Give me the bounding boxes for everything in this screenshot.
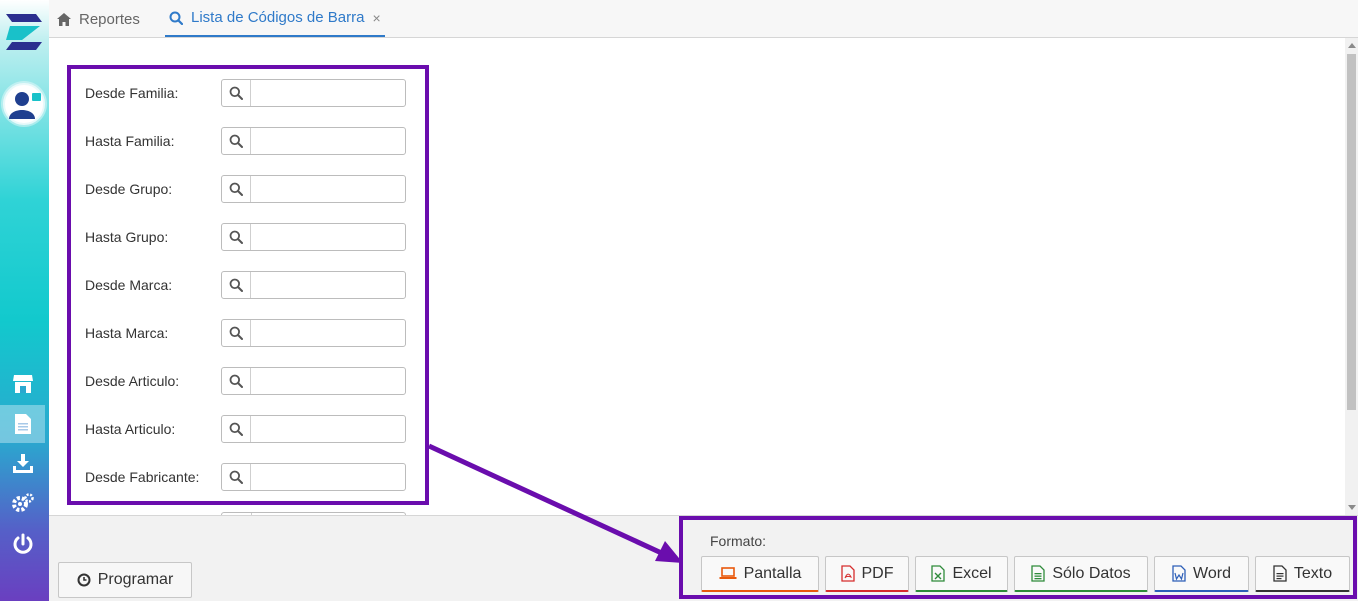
programar-button[interactable]: Programar [58, 562, 192, 598]
filter-row: Desde Familia: [85, 79, 406, 107]
search-icon [169, 11, 183, 25]
filter-label: Desde Fabricante: [85, 469, 200, 485]
format-label: Sólo Datos [1052, 564, 1131, 582]
hasta-articulo-input[interactable] [251, 416, 405, 442]
tab-label: Lista de Códigos de Barra [191, 9, 365, 26]
formato-label: Formato: [710, 533, 767, 549]
filter-field [221, 319, 406, 347]
format-label: Excel [952, 564, 992, 582]
desde-articulo-input[interactable] [251, 368, 405, 394]
desde-grupo-input[interactable] [251, 176, 405, 202]
excel-file-icon [931, 565, 946, 582]
filter-row: Desde Fabricante: [85, 463, 406, 491]
tab-label: Reportes [79, 10, 140, 28]
clock-icon [77, 573, 91, 587]
search-icon[interactable] [222, 224, 251, 250]
search-icon[interactable] [222, 176, 251, 202]
download-icon[interactable] [0, 444, 45, 482]
data-file-icon [1031, 565, 1046, 582]
format-label: PDF [861, 564, 894, 582]
search-icon[interactable] [222, 368, 251, 394]
bottom-action-bar: Programar Formato: Pantalla PDF Excel Só… [49, 515, 1358, 601]
desde-fabricante-input[interactable] [251, 464, 405, 490]
filter-row: Desde Grupo: [85, 175, 406, 203]
hasta-familia-input[interactable] [251, 128, 405, 154]
tab-reportes[interactable]: Reportes [57, 0, 140, 38]
programar-label: Programar [97, 571, 174, 588]
report-filters-panel: Desde Familia: Hasta Familia: Desde Grup… [49, 38, 1345, 515]
format-texto-button[interactable]: Texto [1255, 556, 1350, 592]
hasta-grupo-input[interactable] [251, 224, 405, 250]
tab-lista-codigos-barra[interactable]: Lista de Códigos de Barra × [165, 0, 385, 37]
search-icon[interactable] [222, 320, 251, 346]
filter-field [221, 175, 406, 203]
text-file-icon [1273, 565, 1287, 582]
format-label: Pantalla [743, 564, 802, 582]
search-icon[interactable] [222, 80, 251, 106]
settings-gears-icon[interactable] [0, 484, 45, 522]
pdf-file-icon [840, 565, 855, 582]
scroll-down-arrow-icon[interactable] [1348, 505, 1356, 510]
hasta-marca-input[interactable] [251, 320, 405, 346]
filter-row: Hasta Familia: [85, 127, 406, 155]
sidebar [0, 0, 49, 601]
filter-label: Hasta Familia: [85, 133, 175, 149]
filter-label: Hasta Grupo: [85, 229, 169, 245]
filter-row: Hasta Grupo: [85, 223, 406, 251]
format-pdf-button[interactable]: PDF [825, 556, 909, 592]
power-icon[interactable] [0, 525, 45, 563]
user-avatar[interactable] [3, 83, 45, 125]
tab-bar: Reportes Lista de Códigos de Barra × [49, 0, 1358, 38]
filter-label: Desde Grupo: [85, 181, 173, 197]
filter-row: Hasta Marca: [85, 319, 406, 347]
reports-file-icon[interactable] [0, 405, 45, 443]
format-solo-datos-button[interactable]: Sólo Datos [1014, 556, 1148, 592]
desde-marca-input[interactable] [251, 272, 405, 298]
filter-row: Desde Articulo: [85, 367, 406, 395]
format-pantalla-button[interactable]: Pantalla [701, 556, 819, 592]
filter-row: Hasta Articulo: [85, 415, 406, 443]
filter-field [221, 79, 406, 107]
store-icon[interactable] [0, 365, 45, 403]
filter-label: Desde Marca: [85, 277, 173, 293]
search-icon[interactable] [222, 272, 251, 298]
content-scrollbar[interactable] [1345, 38, 1358, 515]
filter-field [221, 127, 406, 155]
format-label: Texto [1293, 564, 1333, 582]
home-icon [57, 12, 71, 26]
format-excel-button[interactable]: Excel [915, 556, 1008, 592]
filter-row: Desde Marca: [85, 271, 406, 299]
search-icon[interactable] [222, 464, 251, 490]
search-icon[interactable] [222, 416, 251, 442]
search-icon[interactable] [222, 128, 251, 154]
word-file-icon [1172, 565, 1186, 582]
filter-field [221, 463, 406, 491]
scroll-up-arrow-icon[interactable] [1348, 43, 1356, 48]
format-label: Word [1193, 564, 1231, 582]
filter-label: Desde Articulo: [85, 373, 180, 389]
filter-label: Hasta Articulo: [85, 421, 176, 437]
filter-field [221, 223, 406, 251]
scrollbar-thumb[interactable] [1347, 54, 1356, 410]
format-word-button[interactable]: Word [1154, 556, 1249, 592]
filter-label: Hasta Marca: [85, 325, 169, 341]
close-tab-icon[interactable]: × [372, 10, 380, 26]
app-logo[interactable] [2, 10, 46, 54]
filter-label: Desde Familia: [85, 85, 179, 101]
filter-field [221, 271, 406, 299]
filter-field [221, 415, 406, 443]
laptop-icon [719, 567, 737, 580]
desde-familia-input[interactable] [251, 80, 405, 106]
filter-field [221, 367, 406, 395]
